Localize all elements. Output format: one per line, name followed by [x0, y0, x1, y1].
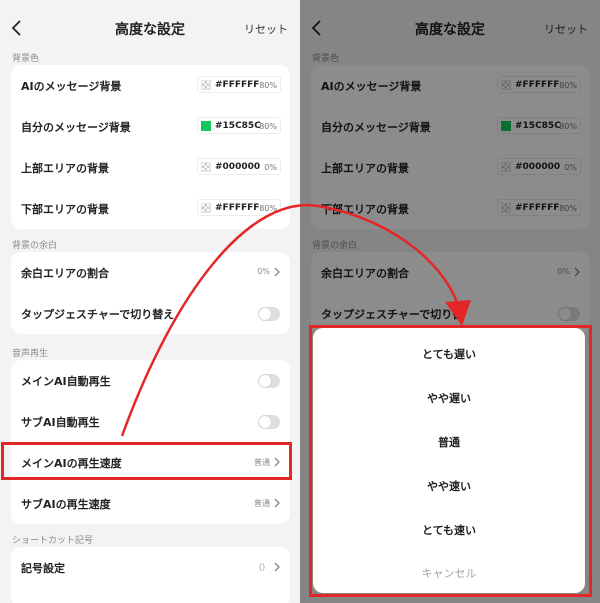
- curved-arrow-annotation-icon: [120, 203, 471, 437]
